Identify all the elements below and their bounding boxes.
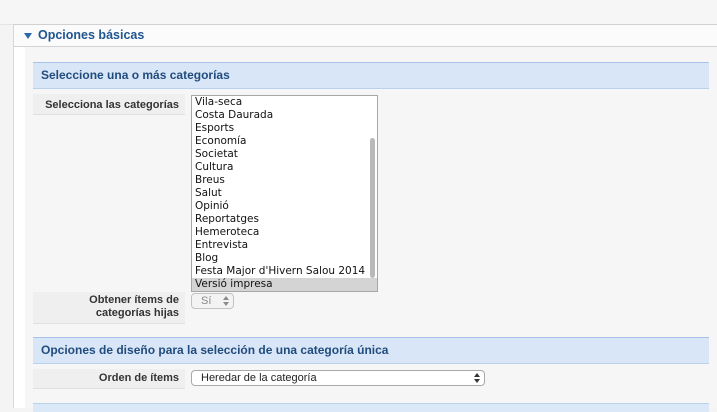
category-option[interactable]: Blog xyxy=(192,252,377,265)
next-section-header xyxy=(33,403,709,412)
category-option[interactable]: Societat xyxy=(192,148,377,161)
category-option[interactable]: Economía xyxy=(192,135,377,148)
category-option[interactable]: Costa Daurada xyxy=(192,109,377,122)
categories-label-cell: Selecciona las categorías xyxy=(33,94,185,115)
category-option[interactable]: Opinió xyxy=(192,200,377,213)
category-option[interactable]: Festa Major d'Hivern Salou 2014 xyxy=(192,265,377,278)
category-option[interactable]: Vila-seca xyxy=(192,96,377,109)
top-strip xyxy=(0,0,717,25)
order-items-value: Heredar de la categoría xyxy=(201,372,317,384)
categories-label: Selecciona las categorías xyxy=(45,99,179,111)
category-option[interactable]: Cultura xyxy=(192,161,377,174)
order-label-cell: Orden de ítems xyxy=(33,369,185,389)
child-items-value: Sí xyxy=(201,295,212,307)
child-items-label: Obtener ítems de categorías hijas xyxy=(89,294,179,319)
category-option[interactable]: Reportatges xyxy=(192,213,377,226)
category-option[interactable]: Breus xyxy=(192,174,377,187)
select-arrows-icon xyxy=(474,373,480,383)
order-items-select[interactable]: Heredar de la categoría xyxy=(191,370,485,386)
category-option[interactable]: Entrevista xyxy=(192,239,377,252)
panel-title: Opciones básicas xyxy=(38,28,145,42)
section-header-categories: Seleccione una o más categorías xyxy=(33,62,709,89)
category-option[interactable]: Salut xyxy=(192,187,377,200)
select-arrows-icon xyxy=(223,296,229,306)
child-items-label-cell: Obtener ítems de categorías hijas xyxy=(33,292,185,324)
child-items-select[interactable]: Sí xyxy=(191,293,234,309)
collapse-triangle-icon[interactable] xyxy=(24,33,32,39)
section-title: Seleccione una o más categorías xyxy=(41,68,230,82)
category-option[interactable]: Esports xyxy=(192,122,377,135)
order-label: Orden de ítems xyxy=(98,372,179,384)
categories-listbox[interactable]: Vila-seca Costa Daurada Esports Economía… xyxy=(191,95,378,292)
category-option[interactable]: Hemeroteca xyxy=(192,226,377,239)
section-title: Opciones de diseño para la selección de … xyxy=(41,343,389,357)
basic-options-panel: Opciones básicas Seleccione una o más ca… xyxy=(13,24,717,412)
listbox-scrollbar[interactable] xyxy=(370,138,375,278)
section-header-layout: Opciones de diseño para la selección de … xyxy=(33,337,709,364)
panel-header[interactable]: Opciones básicas xyxy=(14,25,717,47)
category-option-selected[interactable]: Versió impresa xyxy=(192,278,377,291)
